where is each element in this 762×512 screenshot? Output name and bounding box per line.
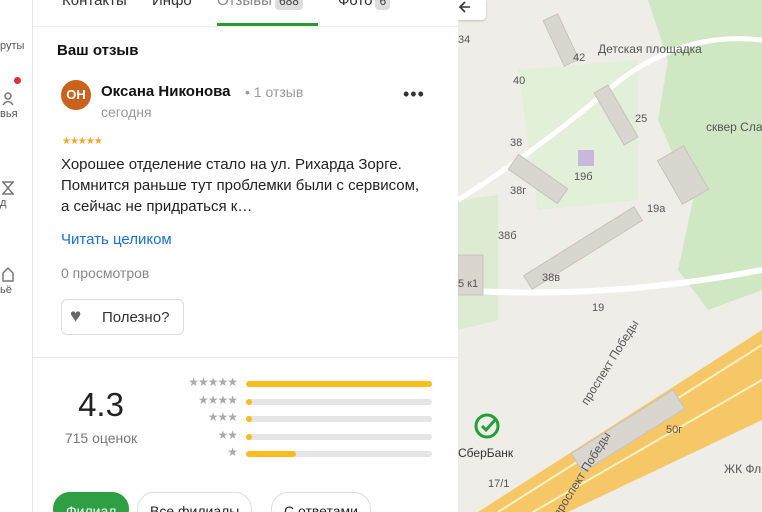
user-icon <box>2 92 32 108</box>
section-title: Ваш отзыв <box>57 42 139 59</box>
map-label-19: 19 <box>592 302 605 314</box>
rating-row-fill <box>246 433 252 440</box>
tab-reviews-label: Отзывы <box>217 0 272 9</box>
active-tab-indicator <box>217 23 318 26</box>
review-stars: ★★★★★ <box>62 136 103 147</box>
notification-dot <box>14 77 21 84</box>
rating-row-bar <box>246 451 432 457</box>
views-count: 0 просмотров <box>61 265 150 281</box>
rating-row-fill <box>246 451 297 457</box>
filter-all-branches[interactable]: Все филиалы <box>137 492 253 512</box>
sidebar-item-label: руты <box>0 40 25 52</box>
map-label-square[interactable]: сквер Сла <box>706 120 762 134</box>
map-label-25: 25 <box>635 113 648 125</box>
tab-photos[interactable]: Фото 6 <box>338 0 391 10</box>
useful-button[interactable]: ♥ Полезно? <box>61 299 184 335</box>
map-label-38g: 38г <box>510 185 527 197</box>
map-label-19b: 19б <box>574 171 593 183</box>
tab-photos-label: Фото <box>338 0 373 9</box>
map-label-zhk[interactable]: ЖК Фл <box>724 462 761 476</box>
rating-row-stars: ★★★★ <box>197 392 238 407</box>
map-label-40: 40 <box>513 75 526 87</box>
map-label-playground[interactable]: Детская площадка <box>598 42 702 56</box>
map-label-38b: 38б <box>498 230 517 242</box>
rating-count: 715 оценок <box>64 430 138 446</box>
rating-row-bar <box>246 433 432 440</box>
sidebar-item-label: вья <box>0 108 18 120</box>
rating-row-fill <box>246 398 252 405</box>
rating-row-fill <box>246 416 252 422</box>
author-review-count: • 1 отзыв <box>245 84 304 100</box>
map-label-34: 34 <box>458 34 471 46</box>
rating-row-bar <box>246 381 432 387</box>
rating-row-stars: ★★★★★ <box>188 375 238 389</box>
tab-info[interactable]: Инфо <box>152 0 192 10</box>
rating-row-bar <box>246 416 432 422</box>
rating-value: 4.3 <box>78 386 124 423</box>
sidebar-item-label: д <box>0 197 7 209</box>
heart-icon: ♥ <box>70 306 82 327</box>
map-back-button[interactable] <box>458 0 486 20</box>
sidebar-item-profile[interactable]: вья <box>0 92 32 120</box>
home-icon <box>2 266 32 284</box>
avatar[interactable]: ОН <box>61 80 91 110</box>
photos-count-badge: 6 <box>375 0 391 10</box>
filter-with-answers[interactable]: С ответами <box>271 492 371 512</box>
tab-contacts[interactable]: Контакты <box>62 0 127 10</box>
map-label-50g: 50г <box>666 424 683 436</box>
map-label-5k1: 5 к1 <box>458 278 479 290</box>
rating-row-stars: ★★★ <box>207 410 238 424</box>
hourglass-icon <box>1 181 32 197</box>
reviews-count-badge: 688 <box>274 0 303 10</box>
map-view[interactable]: 34 42 Детская площадка 40 сквер Сла 25 3… <box>458 0 762 512</box>
more-options-icon[interactable]: ••• <box>403 84 425 105</box>
useful-button-label: Полезно? <box>102 309 170 326</box>
rating-row-fill <box>246 381 432 387</box>
sidebar-item-label: ьё <box>0 284 12 296</box>
map-label-38v: 38в <box>542 272 561 284</box>
map-label-bank[interactable]: СберБанк <box>458 446 513 460</box>
map-label-19a: 19а <box>647 203 666 215</box>
sidebar-item-history[interactable]: д <box>0 181 32 209</box>
left-sidebar: руты вья д ьё <box>0 0 33 512</box>
review-text: Хорошее отделение стало на ул. Рихарда З… <box>61 156 420 215</box>
read-more-link[interactable]: Читать целиком <box>61 231 172 248</box>
arrow-left-icon <box>458 1 470 13</box>
rating-row-stars: ★★ <box>217 427 238 442</box>
org-card-panel: Контакты Инфо Отзывы 688 Фото 6 Ваш отзыв … <box>33 0 458 512</box>
rating-row-bar <box>246 398 432 405</box>
tabs-bar: Контакты Инфо Отзывы 688 Фото 6 <box>33 0 458 27</box>
author-review-count-text: 1 отзыв <box>253 84 304 100</box>
sberbank-logo-icon[interactable] <box>474 413 500 439</box>
sidebar-item-home[interactable]: ьё <box>0 266 32 296</box>
review-author-name[interactable]: Оксана Никонова <box>101 83 231 100</box>
map-label-42: 42 <box>573 52 586 64</box>
tab-reviews[interactable]: Отзывы 688 <box>217 0 303 10</box>
divider <box>33 357 458 358</box>
review-date: сегодня <box>101 104 152 120</box>
map-label-38: 38 <box>510 137 523 149</box>
map-label-17-1: 17/1 <box>488 478 510 490</box>
rating-row-stars: ★ <box>227 445 238 459</box>
sidebar-item-routes[interactable]: руты <box>0 40 32 52</box>
filter-branch[interactable]: Филиал <box>53 492 130 512</box>
